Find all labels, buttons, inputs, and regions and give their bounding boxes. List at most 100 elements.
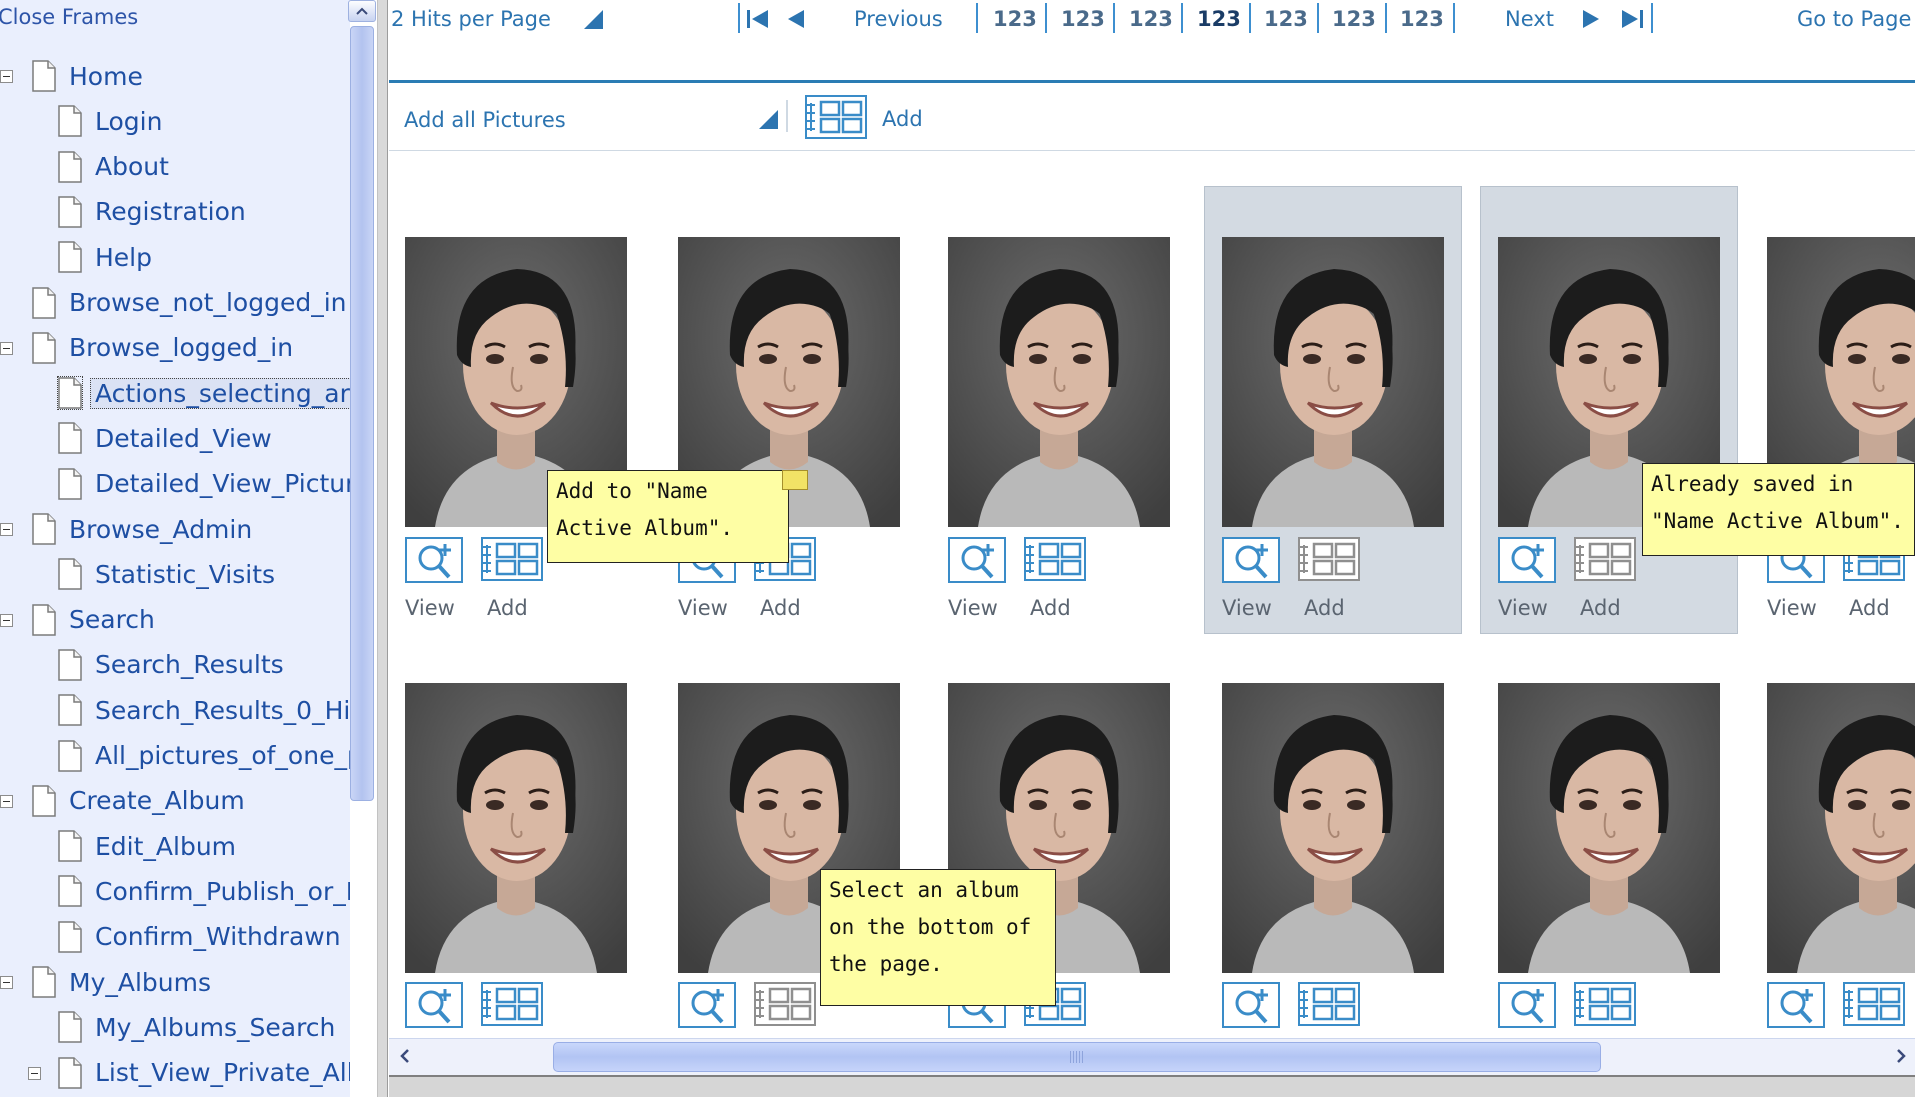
view-zoom-icon[interactable] — [948, 537, 1006, 587]
close-frames-link[interactable]: Close Frames — [0, 5, 138, 29]
view-zoom-icon[interactable] — [405, 537, 463, 587]
view-zoom-icon[interactable] — [1222, 982, 1280, 1032]
view-zoom-icon[interactable] — [1498, 982, 1556, 1032]
view-zoom-icon[interactable] — [1222, 537, 1280, 587]
tree-item[interactable]: Edit_Album — [58, 826, 236, 866]
view-zoom-icon[interactable] — [405, 982, 463, 1032]
add-label[interactable]: Add — [760, 596, 801, 620]
tree-item[interactable]: Confirm_Publish_or_D — [58, 871, 350, 911]
picture-thumbnail[interactable] — [1767, 683, 1915, 973]
tree-item[interactable]: About — [58, 147, 169, 187]
add-label[interactable]: Add — [1580, 596, 1621, 620]
collapse-toggle-icon[interactable] — [0, 70, 13, 83]
scroll-left-icon[interactable] — [393, 1043, 417, 1069]
tree-item-label: Help — [95, 242, 152, 272]
page-link[interactable]: 123 — [1264, 7, 1308, 31]
next-link[interactable]: Next — [1505, 7, 1554, 31]
view-label[interactable]: View — [1222, 596, 1272, 620]
scroll-right-icon[interactable] — [1889, 1043, 1913, 1069]
page-link[interactable]: 123 — [1129, 7, 1173, 31]
tree-item[interactable]: Detailed_View_Pictur — [58, 464, 350, 504]
collapse-toggle-icon[interactable] — [0, 523, 13, 536]
frame-divider[interactable] — [377, 0, 388, 1097]
page-link[interactable]: 123 — [993, 7, 1037, 31]
collapse-toggle-icon[interactable] — [0, 976, 13, 989]
picture-thumbnail[interactable] — [948, 237, 1170, 527]
picture-thumbnail[interactable] — [405, 683, 627, 973]
go-to-page-link[interactable]: Go to Page — [1797, 7, 1911, 31]
tree-item[interactable]: All_pictures_of_one_p — [58, 736, 350, 776]
add-all-pictures-select[interactable]: Add all Pictures — [404, 108, 566, 132]
add-label[interactable]: Add — [1304, 596, 1345, 620]
hits-per-page-dropdown-icon[interactable] — [582, 8, 604, 30]
current-page-link[interactable]: 123 — [1197, 7, 1241, 31]
view-zoom-icon[interactable] — [1767, 982, 1825, 1032]
tree-scroll-up-button[interactable] — [348, 0, 376, 22]
tree-item[interactable]: Actions_selecting_ar — [57, 373, 350, 413]
add-to-album-icon[interactable] — [754, 982, 816, 1030]
add-all-button[interactable]: Add — [882, 107, 923, 131]
collapse-toggle-icon[interactable] — [0, 341, 13, 355]
view-label[interactable]: View — [948, 596, 998, 620]
tree-item[interactable]: Search_Results — [58, 645, 284, 685]
tree-item[interactable]: Confirm_Withdrawn — [58, 917, 341, 957]
add-label[interactable]: Add — [1030, 596, 1071, 620]
tree-item-label: My_Albums — [69, 967, 212, 997]
picture-thumbnail[interactable] — [1498, 683, 1720, 973]
add-label[interactable]: Add — [1849, 596, 1890, 620]
tree-scrollbar-thumb[interactable] — [350, 26, 374, 801]
tree-item[interactable]: Browse_not_logged_in — [32, 283, 347, 323]
page-link[interactable]: 123 — [1332, 7, 1376, 31]
add-to-album-icon[interactable] — [1843, 982, 1905, 1030]
tree-item[interactable]: List_View_Private_Alb — [28, 1053, 350, 1093]
scrollbar-thumb[interactable] — [553, 1042, 1601, 1072]
add-to-album-icon[interactable] — [1574, 982, 1636, 1030]
collapse-toggle-icon[interactable] — [28, 1066, 41, 1080]
tree-item[interactable]: Statistic_Visits — [58, 554, 275, 594]
first-page-icon[interactable] — [747, 10, 769, 28]
tree-item[interactable]: My_Albums_Search — [58, 1007, 335, 1047]
view-zoom-icon[interactable] — [678, 982, 736, 1032]
previous-page-icon[interactable] — [787, 10, 805, 28]
view-zoom-icon[interactable] — [1498, 537, 1556, 587]
picture-thumbnail[interactable] — [1222, 683, 1444, 973]
add-to-album-icon[interactable] — [481, 982, 543, 1030]
tree-item[interactable]: My_Albums — [0, 962, 212, 1002]
hits-per-page-select[interactable]: 2 Hits per Page — [391, 7, 551, 31]
tree-item[interactable]: Create_Album — [0, 781, 245, 821]
add-to-album-icon[interactable] — [481, 537, 543, 585]
tree-item[interactable]: Browse_logged_in — [0, 328, 293, 368]
last-page-icon[interactable] — [1621, 10, 1643, 28]
page-link[interactable]: 123 — [1061, 7, 1105, 31]
view-label[interactable]: View — [1498, 596, 1548, 620]
tree-item[interactable]: Home — [0, 56, 143, 96]
view-label[interactable]: View — [678, 596, 728, 620]
tree-item[interactable]: Registration — [58, 192, 246, 232]
add-to-album-icon[interactable] — [1574, 537, 1636, 585]
picture-thumbnail[interactable] — [1222, 237, 1444, 527]
previous-link[interactable]: Previous — [854, 7, 943, 31]
add-to-album-icon[interactable] — [1024, 537, 1086, 585]
page-document-icon — [32, 332, 56, 364]
add-all-dropdown-icon[interactable] — [757, 108, 779, 130]
tree-item-label: Edit_Album — [95, 831, 237, 861]
next-page-icon[interactable] — [1582, 10, 1600, 28]
tree-item[interactable]: Search — [0, 600, 155, 640]
horizontal-scrollbar[interactable] — [389, 1038, 1915, 1075]
add-label[interactable]: Add — [487, 596, 528, 620]
page-document-icon — [58, 422, 82, 455]
add-to-album-icon[interactable] — [1298, 537, 1360, 585]
tree-item[interactable]: Browse_Admin — [0, 509, 253, 549]
tree-item[interactable]: Login — [58, 101, 162, 141]
add-album-icon[interactable] — [805, 95, 867, 143]
page-link[interactable]: 123 — [1400, 7, 1444, 31]
view-label[interactable]: View — [405, 596, 455, 620]
collapse-toggle-icon[interactable] — [0, 794, 13, 808]
tree-item[interactable]: Detailed_View — [58, 418, 272, 458]
collapse-toggle-icon[interactable] — [0, 613, 13, 627]
add-to-album-icon[interactable] — [1298, 982, 1360, 1030]
tree-item[interactable]: Search_Results_0_Hi — [58, 690, 350, 730]
view-label[interactable]: View — [1767, 596, 1817, 620]
tree-item[interactable]: Help — [58, 237, 152, 277]
tree-item-label: Browse_Admin — [69, 514, 253, 544]
